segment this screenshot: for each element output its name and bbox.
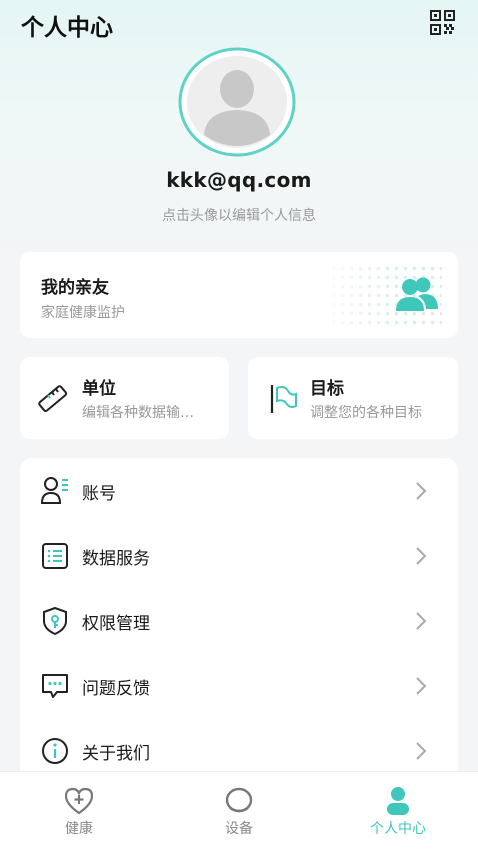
chevron-right-icon: [416, 482, 427, 500]
tab-health[interactable]: 健康: [19, 772, 139, 851]
unit-card[interactable]: 单位 编辑各种数据输…: [20, 357, 229, 439]
flag-icon: [270, 385, 297, 413]
qr-code-icon[interactable]: [430, 10, 455, 35]
tab-profile[interactable]: 个人中心: [338, 772, 458, 851]
goal-card[interactable]: 目标 调整您的各种目标: [248, 357, 458, 439]
info-icon: [42, 738, 68, 764]
bottom-tab-bar: 健康 设备 个人中心: [0, 771, 478, 851]
menu-item-account[interactable]: 账号: [20, 458, 458, 523]
chevron-right-icon: [416, 677, 427, 695]
menu-label-account: 账号: [82, 484, 116, 504]
unit-subtitle: 编辑各种数据输…: [82, 405, 194, 421]
chevron-right-icon: [416, 547, 427, 565]
menu-item-permissions[interactable]: 权限管理: [20, 588, 458, 653]
shield-key-icon: [43, 606, 67, 636]
device-ring-icon: [225, 787, 253, 813]
family-title: 我的亲友: [41, 278, 109, 298]
goal-title: 目标: [310, 379, 344, 399]
heart-plus-icon: [64, 787, 94, 815]
settings-menu: 账号 数据服务 权限管理 问题反馈 关于我们: [20, 458, 458, 788]
tab-label-profile: 个人中心: [370, 821, 426, 837]
tab-label-device: 设备: [225, 821, 253, 837]
avatar[interactable]: [178, 47, 296, 157]
ruler-icon: [38, 385, 68, 413]
menu-item-data-service[interactable]: 数据服务: [20, 523, 458, 588]
data-list-icon: [42, 543, 68, 569]
person-icon: [387, 787, 409, 815]
menu-label-feedback: 问题反馈: [82, 679, 150, 699]
menu-label-about: 关于我们: [82, 744, 150, 764]
avatar-edit-hint: 点击头像以编辑个人信息: [162, 208, 316, 224]
chevron-right-icon: [416, 742, 427, 760]
feedback-chat-icon: [42, 674, 68, 698]
users-icon: [396, 277, 438, 311]
tab-device[interactable]: 设备: [179, 772, 299, 851]
tab-label-health: 健康: [65, 821, 93, 837]
chevron-right-icon: [416, 612, 427, 630]
page-title: 个人中心: [21, 15, 113, 41]
account-icon: [40, 477, 68, 504]
user-email: kkk@qq.com: [166, 168, 312, 192]
menu-label-permissions: 权限管理: [82, 614, 150, 634]
family-subtitle: 家庭健康监护: [41, 305, 125, 321]
family-card[interactable]: 我的亲友 家庭健康监护: [20, 252, 458, 338]
goal-subtitle: 调整您的各种目标: [310, 405, 422, 421]
unit-title: 单位: [82, 379, 116, 399]
menu-label-data-service: 数据服务: [82, 549, 150, 569]
menu-item-feedback[interactable]: 问题反馈: [20, 653, 458, 718]
